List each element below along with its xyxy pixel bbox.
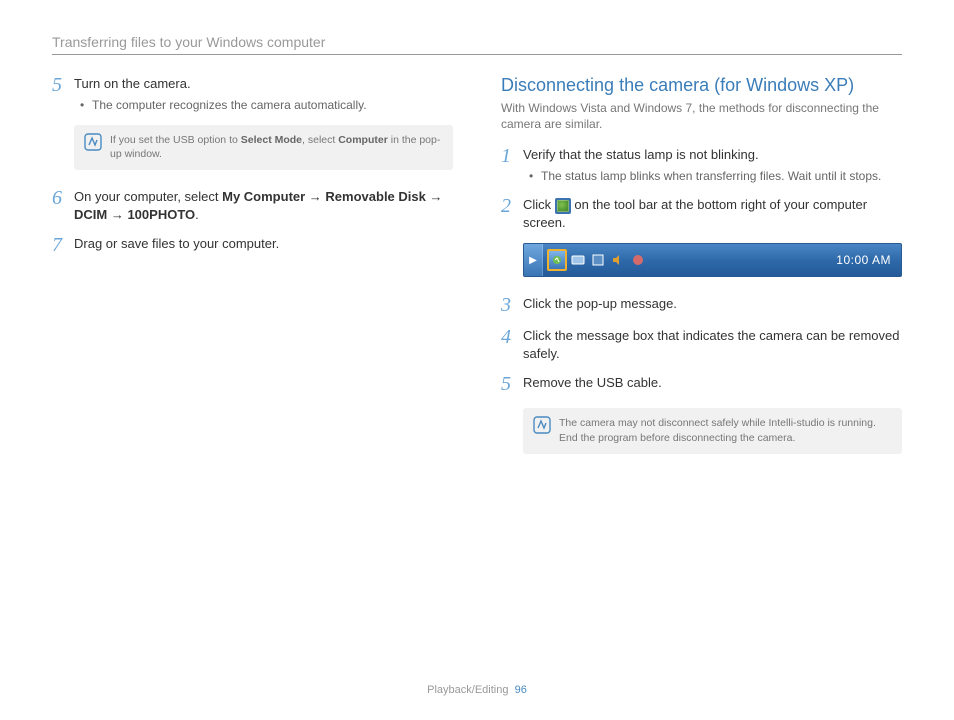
step-7: 7 Drag or save files to your computer. [52,235,453,255]
step-number: 4 [501,327,523,362]
note-text: If you set the USB option to Select Mode… [110,133,443,162]
step-number: 3 [501,295,523,315]
tray-icon [569,251,587,269]
step-bullet: The computer recognizes the camera autom… [80,97,453,113]
section-heading: Disconnecting the camera (for Windows XP… [501,75,902,96]
tray-icon [589,251,607,269]
section-subtitle: With Windows Vista and Windows 7, the me… [501,100,902,132]
page-header: Transferring files to your Windows compu… [52,34,902,55]
safely-remove-icon [555,198,571,214]
step-5r: 5 Remove the USB cable. [501,374,902,394]
tray-icon [629,251,647,269]
step-number: 5 [501,374,523,394]
step-5: 5 Turn on the camera. The computer recog… [52,75,453,113]
volume-icon [609,251,627,269]
step-text: Verify that the status lamp is not blink… [523,146,902,164]
note-icon [533,416,551,434]
tray-icons [543,249,651,271]
taskbar-screenshot: ▶ 10:00 AM [523,243,902,277]
step-3: 3 Click the pop-up message. [501,295,902,315]
manual-page: Transferring files to your Windows compu… [0,0,954,720]
step-number: 2 [501,196,523,231]
page-title: Transferring files to your Windows compu… [52,34,325,50]
step-text: Click on the tool bar at the bottom righ… [523,196,902,231]
note-box: If you set the USB option to Select Mode… [74,125,453,170]
step-text: On your computer, select My Computer → R… [74,188,453,223]
step-text: Remove the USB cable. [523,374,902,392]
page-number: 96 [515,684,527,696]
taskbar-clock: 10:00 AM [836,253,891,267]
step-number: 6 [52,188,74,223]
step-1: 1 Verify that the status lamp is not bli… [501,146,902,184]
step-number: 5 [52,75,74,113]
page-footer: Playback/Editing 96 [0,684,954,696]
step-6: 6 On your computer, select My Computer →… [52,188,453,223]
note-icon [84,133,102,151]
right-column: Disconnecting the camera (for Windows XP… [501,75,902,472]
step-text: Click the pop-up message. [523,295,902,313]
step-bullet: The status lamp blinks when transferring… [529,168,902,184]
step-text: Drag or save files to your computer. [74,235,453,253]
step-text: Click the message box that indicates the… [523,327,902,362]
note-text: The camera may not disconnect safely whi… [559,416,892,445]
step-2: 2 Click on the tool bar at the bottom ri… [501,196,902,231]
note-box: The camera may not disconnect safely whi… [523,408,902,453]
chevron-right-icon: ▶ [524,244,543,276]
safely-remove-tray-icon [547,249,567,271]
step-number: 7 [52,235,74,255]
footer-section: Playback/Editing [427,684,508,696]
left-column: 5 Turn on the camera. The computer recog… [52,75,453,472]
step-4: 4 Click the message box that indicates t… [501,327,902,362]
content-columns: 5 Turn on the camera. The computer recog… [52,75,902,472]
step-text: Turn on the camera. [74,75,453,93]
step-number: 1 [501,146,523,184]
